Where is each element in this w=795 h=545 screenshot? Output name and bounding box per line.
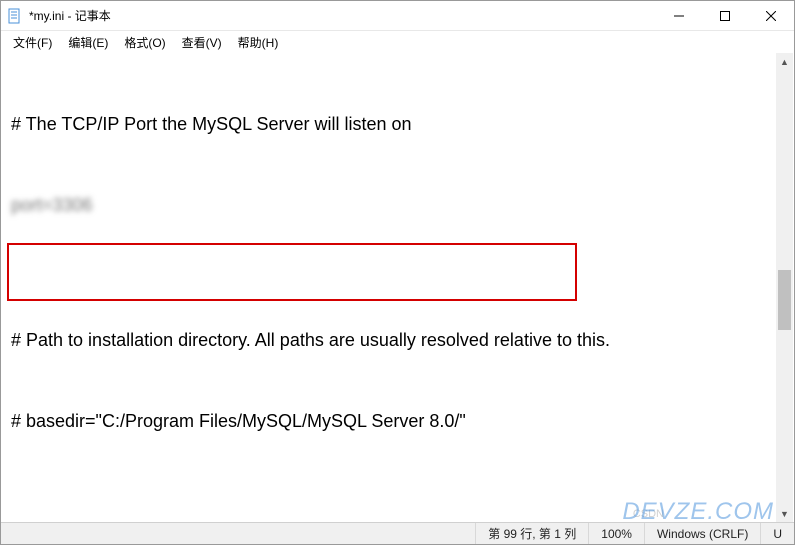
scroll-up-icon[interactable]: ▲ [776,53,793,70]
editor-content[interactable]: # The TCP/IP Port the MySQL Server will … [1,53,776,522]
status-bar: 第 99 行, 第 1 列 100% Windows (CRLF) U [1,522,794,544]
menu-bar: 文件(F) 编辑(E) 格式(O) 查看(V) 帮助(H) [1,31,794,53]
status-lineending: Windows (CRLF) [644,523,760,544]
text-line: # The TCP/IP Port the MySQL Server will … [11,111,766,138]
menu-help[interactable]: 帮助(H) [230,32,287,53]
text-line: # basedir="C:/Program Files/MySQL/MySQL … [11,408,766,435]
text-line-blurred: port=3306 [11,192,766,219]
status-zoom: 100% [588,523,644,544]
maximize-button[interactable] [702,1,748,30]
menu-view[interactable]: 查看(V) [174,32,230,53]
editor-area[interactable]: # The TCP/IP Port the MySQL Server will … [1,53,776,522]
status-encoding: U [760,523,794,544]
scroll-down-icon[interactable]: ▼ [776,505,793,522]
notepad-icon [7,8,23,24]
status-position: 第 99 行, 第 1 列 [475,523,588,544]
vertical-scrollbar[interactable]: ▲ ▼ [776,53,793,522]
title-bar: *my.ini - 记事本 [1,1,794,31]
text-line: # Path to installation directory. All pa… [11,327,766,354]
scroll-thumb[interactable] [778,270,791,330]
menu-file[interactable]: 文件(F) [5,32,60,53]
menu-format[interactable]: 格式(O) [116,32,173,53]
close-button[interactable] [748,1,794,30]
window-title: *my.ini - 记事本 [29,7,656,24]
window-controls [656,1,794,30]
minimize-button[interactable] [656,1,702,30]
menu-edit[interactable]: 编辑(E) [60,32,116,53]
scroll-track[interactable] [776,70,793,505]
